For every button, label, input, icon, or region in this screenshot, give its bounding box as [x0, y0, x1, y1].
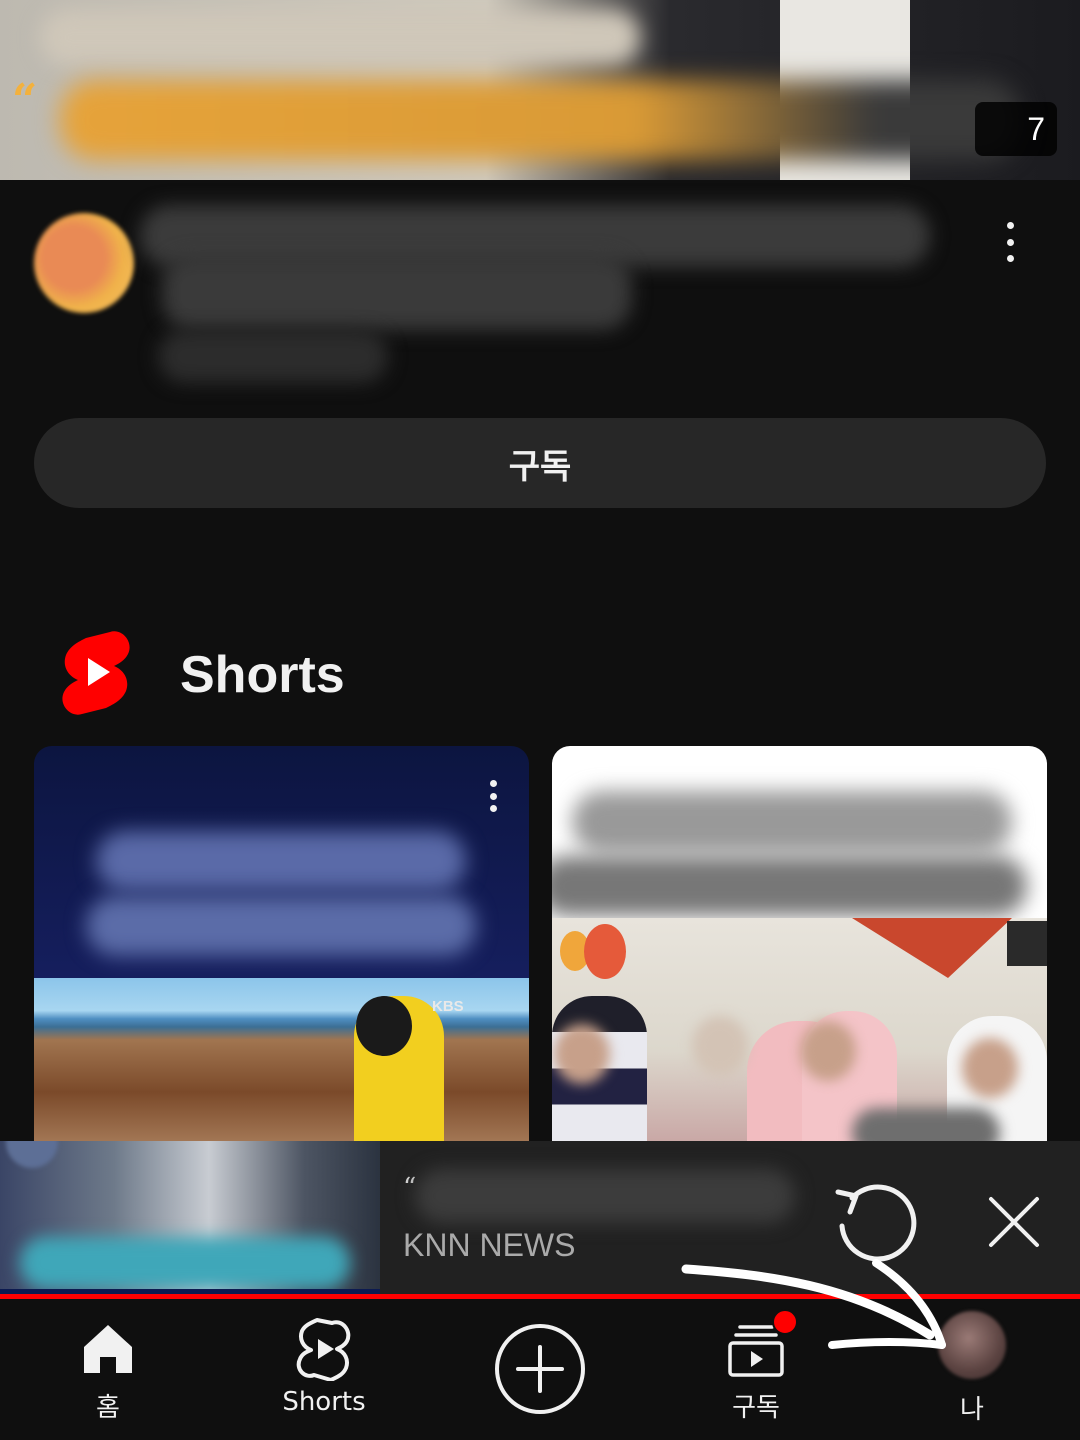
- blurred-title-text: [415, 1169, 795, 1223]
- video-duration-badge: 7: [975, 102, 1057, 156]
- nav-label-shorts: Shorts: [282, 1387, 366, 1417]
- subscribe-button[interactable]: 구독: [34, 418, 1046, 508]
- nav-label-profile: 나: [960, 1395, 984, 1425]
- nav-label-home: 홈: [96, 1393, 120, 1423]
- video-meta-blurred: [158, 330, 388, 383]
- shorts-logo-icon: [62, 631, 130, 715]
- notification-dot: [772, 1309, 798, 1335]
- nav-item-home[interactable]: 홈: [0, 1299, 216, 1440]
- home-icon: [84, 1325, 132, 1373]
- video-thumbnail[interactable]: “: [0, 0, 1080, 180]
- blurred-label: [852, 1108, 1000, 1141]
- nav-label-subscriptions: 구독: [732, 1393, 780, 1423]
- channel-avatar[interactable]: [34, 213, 134, 313]
- profile-avatar: [938, 1311, 1006, 1379]
- video-title-blurred-line2[interactable]: [162, 255, 632, 330]
- blurred-caption: [552, 856, 1027, 916]
- mini-player-title[interactable]: “: [403, 1169, 798, 1225]
- blurred-title-text: [40, 10, 640, 65]
- blurred-caption: [20, 1237, 350, 1289]
- more-options-icon[interactable]: [990, 220, 1030, 264]
- blurred-caption: [86, 896, 476, 956]
- shorts-card[interactable]: KBS: [34, 746, 529, 1141]
- broadcaster-watermark: KBS: [432, 998, 464, 1015]
- replay-icon[interactable]: [830, 1176, 922, 1268]
- nav-item-profile[interactable]: 나: [864, 1299, 1080, 1440]
- mini-player-thumbnail[interactable]: [0, 1141, 380, 1296]
- nav-item-shorts[interactable]: Shorts: [216, 1299, 432, 1440]
- shorts-card[interactable]: [552, 746, 1047, 1141]
- mini-player[interactable]: “ KNN NEWS: [0, 1141, 1080, 1296]
- blurred-title-text: [60, 80, 1020, 160]
- nav-item-subscriptions[interactable]: 구독: [648, 1299, 864, 1440]
- shorts-icon: [296, 1318, 351, 1381]
- shorts-more-options-icon[interactable]: [485, 778, 501, 814]
- shorts-section-title: Shorts: [180, 646, 345, 704]
- bottom-navigation: 홈 Shorts 구독 나: [0, 1299, 1080, 1440]
- create-plus-icon: [495, 1324, 585, 1414]
- mini-player-channel: KNN NEWS: [403, 1227, 576, 1263]
- blurred-caption: [572, 791, 1012, 853]
- nav-item-create[interactable]: [432, 1299, 648, 1440]
- quote-mark: “: [12, 75, 38, 126]
- subscriptions-icon-wrap: [724, 1309, 798, 1381]
- close-icon[interactable]: [985, 1193, 1043, 1251]
- blurred-caption: [96, 831, 466, 891]
